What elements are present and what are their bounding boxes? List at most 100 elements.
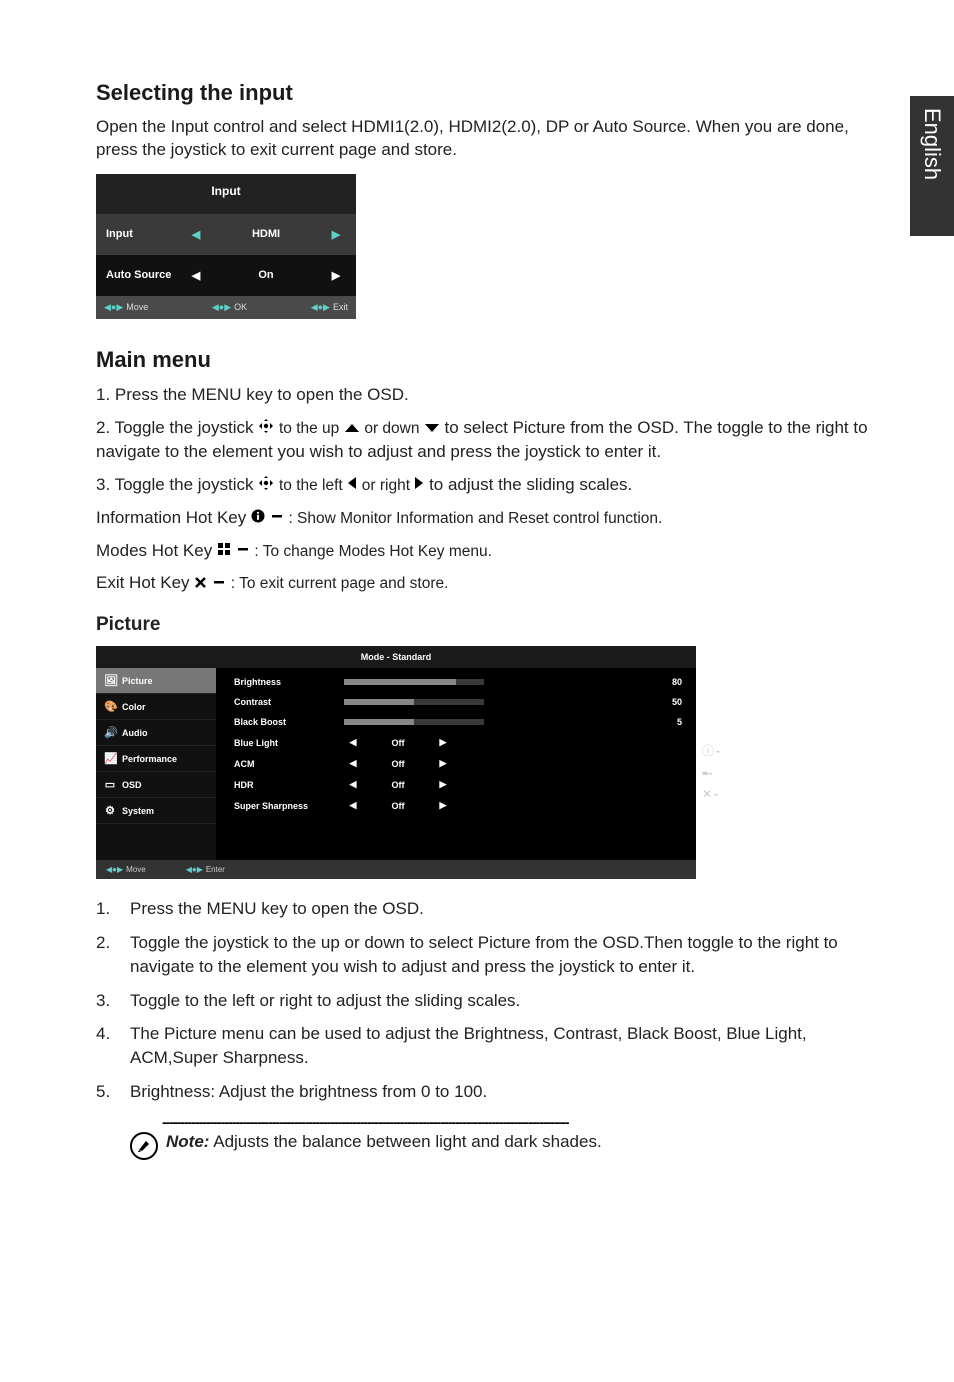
step-3b: to the left [279,477,347,494]
dash-icon [270,506,284,531]
osd-slider[interactable] [344,679,484,685]
sidebar-item-color[interactable]: 🎨 Color [96,694,216,720]
list-item: 2.Toggle the joystick to the up or down … [96,931,894,979]
list-num: 2. [96,931,130,979]
arrow-right-icon[interactable]: ▶ [434,737,452,748]
osd-row-label: ACM [234,759,344,769]
arrow-right-icon[interactable]: ▶ [326,269,346,282]
arrow-left-icon[interactable]: ◀ [344,800,362,811]
list-num: 5. [96,1080,130,1104]
footer-ok-label: OK [234,302,247,312]
step-2: 2. Toggle the joystick to the up or down… [96,416,894,465]
section-title-main-menu: Main menu [96,347,894,373]
input-panel-title: Input [96,174,356,214]
arrow-left-icon [347,473,357,498]
sidebar-item-label: OSD [122,780,142,790]
arrow-down-icon [424,416,440,441]
color-icon: 🎨 [104,700,116,713]
joystick-icon [258,473,274,498]
osd-row-label: Blue Light [234,738,344,748]
sidebar-item-audio[interactable]: 🔊Audio [96,720,216,746]
step-3c: or right [362,477,415,494]
list-num: 4. [96,1022,130,1070]
arrow-right-icon[interactable]: ▶ [434,758,452,769]
sidebar-item-label: Color [122,702,146,712]
sidebar-item-performance[interactable]: 📈Performance [96,746,216,772]
sidebar-item-label: System [122,806,154,816]
arrow-left-icon[interactable]: ◀ [186,269,206,282]
arrow-up-icon [344,416,360,441]
hotkey-modes-b: : To change Modes Hot Key menu. [254,543,492,560]
sidebar-item-label: Picture [122,676,153,686]
info-icon [251,506,265,531]
osd-icon: ▭ [104,778,116,791]
list-item: 3.Toggle to the left or right to adjust … [96,989,894,1013]
input-row[interactable]: Input ◀ HDMI ▶ [96,214,356,255]
hotkey-modes-icon[interactable]: ▪▪- [702,766,720,780]
auto-source-value: On [206,269,326,281]
sidebar-item-label: Performance [122,754,177,764]
osd-row-acm[interactable]: ACM ◀ Off ▶ [234,753,686,774]
arrow-left-icon[interactable]: ◀ [186,228,206,241]
osd-row-label: HDR [234,780,344,790]
osd-footer-enter: ◀●▶Enter [186,865,225,874]
arrow-right-icon[interactable]: ▶ [434,800,452,811]
input-row-label: Input [106,228,186,240]
osd-row-value: 80 [646,677,686,687]
osd-mode-header: Mode - Standard [96,646,696,668]
arrow-right-icon[interactable]: ▶ [434,779,452,790]
osd-row-brightness[interactable]: Brightness 80 [234,672,686,692]
arrow-left-icon[interactable]: ◀ [344,737,362,748]
input-osd-panel: Input Input ◀ HDMI ▶ Auto Source ◀ On ▶ … [96,174,356,319]
osd-slider[interactable] [344,719,484,725]
footer-move: ◀●▶ Move [104,302,148,313]
osd-slider[interactable] [344,699,484,705]
hotkey-exit-b: : To exit current page and store. [231,575,449,592]
list-text: Toggle to the left or right to adjust th… [130,989,894,1013]
osd-row-value: Off [362,759,434,769]
arrow-right-icon [414,473,424,498]
sidebar-item-picture[interactable]: 🖼 Picture [96,668,216,694]
osd-row-label: Contrast [234,697,344,707]
osd-row-value: Off [362,801,434,811]
osd-hotkey-column: ⓘ- ▪▪- ✕- [702,742,720,801]
audio-icon: 🔊 [104,726,116,739]
gear-icon: ⚙ [104,804,116,817]
step-2a: 2. Toggle the joystick [96,418,258,437]
osd-row-supersharpness[interactable]: Super Sharpness ◀ Off ▶ [234,795,686,816]
arrow-left-icon[interactable]: ◀ [344,758,362,769]
note-icon [130,1132,158,1160]
step-3a: 3. Toggle the joystick [96,475,258,494]
list-text: The Picture menu can be used to adjust t… [130,1022,894,1070]
joystick-icon: ◀●▶ [311,302,330,313]
joystick-icon: ◀●▶ [212,302,231,313]
hotkey-modes: Modes Hot Key : To change Modes Hot Key … [96,539,894,564]
note-label: Note: [166,1132,209,1151]
list-text: Press the MENU key to open the OSD. [130,897,894,921]
joystick-icon: ◀●▶ [186,865,203,874]
auto-source-row[interactable]: Auto Source ◀ On ▶ [96,255,356,296]
osd-row-hdr[interactable]: HDR ◀ Off ▶ [234,774,686,795]
section-body-input: Open the Input control and select HDMI1(… [96,116,894,162]
hotkey-exit-icon[interactable]: ✕- [702,787,720,801]
osd-row-bluelight[interactable]: Blue Light ◀ Off ▶ [234,732,686,753]
sidebar-item-system[interactable]: ⚙ System [96,798,216,824]
osd-footer: ◀●▶Move ◀●▶Enter [96,860,696,879]
hotkey-info-icon[interactable]: ⓘ- [702,742,720,759]
list-num: 3. [96,989,130,1013]
picture-icon: 🖼 [104,674,116,687]
osd-row-label: Super Sharpness [234,801,344,811]
osd-picture-panel: Mode - Standard 🖼 Picture 🎨 Color 🔊Audio 📈… [96,646,696,879]
osd-row-blackboost[interactable]: Black Boost 5 [234,712,686,732]
arrow-left-icon[interactable]: ◀ [344,779,362,790]
hotkey-exit: Exit Hot Key : To exit current page and … [96,571,894,596]
osd-row-contrast[interactable]: Contrast 50 [234,692,686,712]
list-text: Brightness: Adjust the brightness from 0… [130,1080,894,1104]
joystick-icon [258,416,274,441]
step-3d: to adjust the sliding scales. [429,475,632,494]
sidebar-item-osd[interactable]: ▭ OSD [96,772,216,798]
arrow-right-icon[interactable]: ▶ [326,228,346,241]
hotkey-modes-a: Modes Hot Key [96,541,217,560]
footer-move-label: Move [126,302,148,312]
joystick-icon: ◀●▶ [104,302,123,313]
